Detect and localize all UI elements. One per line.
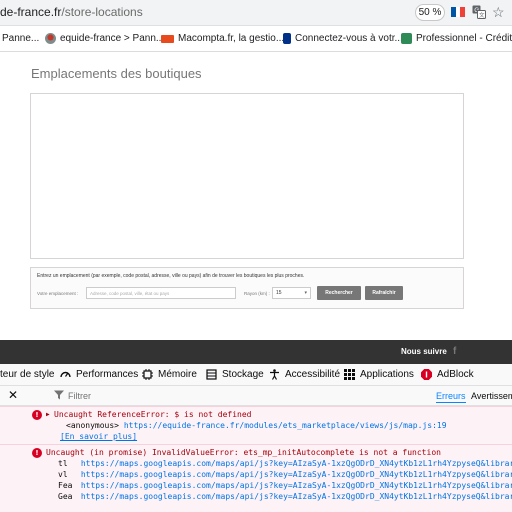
- french-flag-icon[interactable]: [451, 7, 466, 17]
- bookmark-item[interactable]: Panne...: [2, 33, 39, 44]
- clear-console-icon[interactable]: ✕: [8, 389, 18, 402]
- applications-icon: [344, 369, 355, 380]
- radius-select[interactable]: 15 ▾: [272, 287, 311, 299]
- stack-frame: tl https://maps.googleapis.com/maps/api/…: [58, 459, 512, 468]
- tab-memory[interactable]: Mémoire: [142, 369, 197, 380]
- page-content: Emplacements des boutiques Entrez un emp…: [0, 52, 512, 340]
- learn-more-link[interactable]: [En savoir plus]: [60, 432, 137, 441]
- location-label: Votre emplacement :: [37, 291, 79, 296]
- stack-url[interactable]: https://maps.googleapis.com/maps/api/js?…: [81, 481, 512, 490]
- accessibility-icon: [270, 369, 279, 380]
- stack-fn: vl: [58, 470, 68, 479]
- svg-text:文: 文: [479, 11, 485, 19]
- tab-label: Applications: [360, 369, 414, 380]
- store-search-panel: Entrez un emplacement (par exemple, code…: [30, 267, 464, 309]
- tab-label: Performances: [76, 369, 139, 380]
- radius-label: Rayon (km) :: [244, 291, 270, 296]
- site-footer: Nous suivre f: [0, 340, 512, 364]
- stack-fn: Fea: [58, 481, 73, 490]
- tab-label: teur de style: [0, 369, 55, 380]
- error-text: Uncaught ReferenceError: $ is not define…: [54, 410, 252, 419]
- stack-frame: <anonymous> https://equide-france.fr/mod…: [66, 421, 447, 430]
- address-bar[interactable]: de-france.fr/store-locations 50 % G 文 ☆: [0, 0, 512, 26]
- chevron-down-icon: ▾: [304, 290, 307, 296]
- tab-label: Stockage: [222, 369, 264, 380]
- bookmark-item[interactable]: Professionnel - Crédit ...: [401, 33, 512, 44]
- bookmarks-bar: Panne... equide-france > Pann... Macompt…: [0, 26, 512, 52]
- bookmark-label: Connectez-vous à votr...: [295, 33, 403, 44]
- page-title: Emplacements des boutiques: [31, 66, 202, 81]
- filter-icon: [54, 390, 64, 400]
- tab-label: Mémoire: [158, 369, 197, 380]
- bookmark-item[interactable]: Connectez-vous à votr...: [283, 33, 403, 44]
- location-input[interactable]: Adresse, code postal, ville, état ou pay…: [86, 287, 236, 299]
- bookmark-item[interactable]: Macompta.fr, la gestio...: [161, 33, 284, 44]
- expand-triangle-icon[interactable]: ▶: [46, 411, 50, 418]
- zoom-indicator[interactable]: 50 %: [415, 4, 445, 21]
- search-instructions: Entrez un emplacement (par exemple, code…: [37, 273, 305, 279]
- console-output: ! ▶ Uncaught ReferenceError: $ is not de…: [0, 406, 512, 512]
- storage-icon: [206, 369, 217, 380]
- equide-favicon: [45, 33, 56, 44]
- console-error-message[interactable]: ! ▶ Uncaught ReferenceError: $ is not de…: [0, 406, 512, 444]
- error-icon: !: [32, 410, 42, 420]
- search-button[interactable]: Rechercher: [317, 286, 361, 300]
- errors-filter-button[interactable]: Erreurs: [436, 391, 466, 403]
- console-toolbar: ✕ Filtrer Erreurs Avertisseme: [0, 386, 512, 406]
- tab-style-editor[interactable]: teur de style: [0, 369, 54, 380]
- follow-us-label: Nous suivre: [401, 347, 447, 356]
- performance-icon: [60, 371, 71, 378]
- tab-storage[interactable]: Stockage: [206, 369, 264, 380]
- bookmark-label: Macompta.fr, la gestio...: [178, 33, 285, 44]
- stack-frame: vl https://maps.googleapis.com/maps/api/…: [58, 470, 512, 479]
- stack-fn: Gea: [58, 492, 73, 501]
- paypal-favicon: [283, 33, 291, 44]
- bookmark-item[interactable]: equide-france > Pann...: [45, 33, 164, 44]
- map-container[interactable]: [30, 93, 464, 259]
- bookmark-label: Professionnel - Crédit ...: [416, 33, 512, 44]
- url-path: /store-locations: [61, 5, 143, 19]
- error-text: Uncaught (in promise) InvalidValueError:…: [46, 448, 441, 457]
- tab-label: Accessibilité: [285, 369, 341, 380]
- devtools-tab-bar: teur de style Performances Mémoire Stock…: [0, 364, 512, 386]
- url-domain: de-france.fr: [0, 5, 62, 19]
- facebook-icon[interactable]: f: [453, 346, 456, 357]
- bookmark-star-icon[interactable]: ☆: [492, 4, 505, 20]
- stack-fn: tl: [58, 459, 68, 468]
- stack-url[interactable]: https://equide-france.fr/modules/ets_mar…: [124, 421, 447, 430]
- stack-url[interactable]: https://maps.googleapis.com/maps/api/js?…: [81, 459, 512, 468]
- stack-frame: Gea https://maps.googleapis.com/maps/api…: [58, 492, 512, 501]
- bookmark-label: Panne...: [2, 33, 40, 44]
- stack-frame: Fea https://maps.googleapis.com/maps/api…: [58, 481, 512, 490]
- url-field[interactable]: de-france.fr/store-locations: [0, 5, 143, 19]
- stack-url[interactable]: https://maps.googleapis.com/maps/api/js?…: [81, 492, 512, 501]
- macompta-favicon: [161, 34, 174, 43]
- stack-fn: <anonymous>: [66, 421, 119, 430]
- radius-value: 15: [276, 290, 282, 296]
- tab-applications[interactable]: Applications: [344, 369, 414, 380]
- bookmark-label: equide-france > Pann...: [60, 33, 165, 44]
- console-error-message[interactable]: ! Uncaught (in promise) InvalidValueErro…: [0, 444, 512, 512]
- tab-performance[interactable]: Performances: [60, 369, 138, 380]
- tab-accessibility[interactable]: Accessibilité: [269, 369, 340, 380]
- credit-favicon: [401, 33, 412, 44]
- tab-label: AdBlock: [437, 369, 474, 380]
- reset-button[interactable]: Rafraîchir: [365, 286, 403, 300]
- tab-adblock[interactable]: AdBlock: [421, 369, 474, 380]
- error-icon: !: [32, 448, 42, 458]
- translate-icon[interactable]: G 文: [472, 5, 486, 19]
- filter-input[interactable]: Filtrer: [68, 391, 91, 401]
- memory-icon: [142, 369, 153, 380]
- adblock-icon: [421, 369, 432, 380]
- warnings-filter-button[interactable]: Avertisseme: [471, 391, 512, 401]
- stack-url[interactable]: https://maps.googleapis.com/maps/api/js?…: [81, 470, 512, 479]
- screen: de-france.fr/store-locations 50 % G 文 ☆ …: [0, 0, 512, 512]
